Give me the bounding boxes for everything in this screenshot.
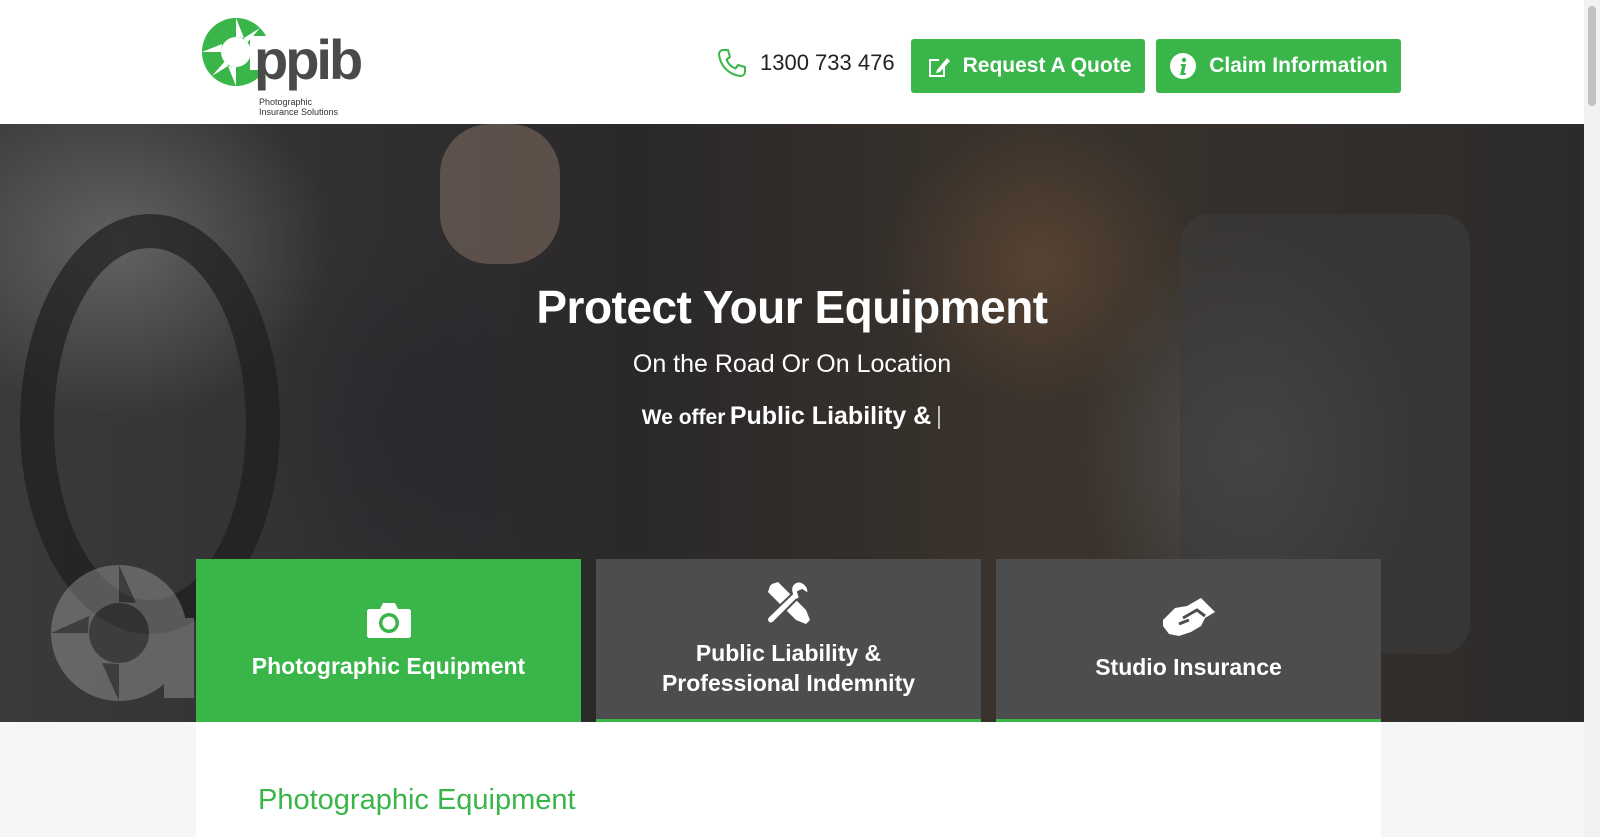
typing-cursor: |: [935, 402, 943, 430]
tools-icon: [765, 580, 810, 625]
hero-offer-line: We offer Public Liability & |: [0, 402, 1584, 431]
card-label: Photographic Equipment: [251, 652, 526, 679]
site-header: ppib Photographic Insurance Solutions 13…: [0, 0, 1584, 124]
page: ppib Photographic Insurance Solutions 13…: [0, 0, 1584, 837]
offer-highlight: Public Liability &: [729, 402, 932, 430]
offer-prefix: We offer: [641, 406, 726, 429]
claim-information-button[interactable]: Claim Information: [1156, 39, 1401, 93]
scrollbar-thumb[interactable]: [1588, 6, 1596, 106]
card-label: Studio Insurance: [1095, 654, 1282, 680]
section-title: Photographic Equipment: [258, 784, 576, 816]
logo[interactable]: ppib Photographic Insurance Solutions: [200, 14, 370, 122]
edit-document-icon: [928, 58, 950, 77]
info-icon: [1170, 53, 1197, 79]
hero-subtitle: On the Road Or On Location: [632, 350, 952, 378]
card-photographic-equipment[interactable]: Photographic Equipment: [196, 559, 581, 722]
hero-title: Protect Your Equipment: [536, 281, 1048, 333]
logo-wordmark: ppib: [254, 28, 363, 91]
watermark-logo-icon: [51, 565, 194, 701]
request-quote-label: Request A Quote: [962, 54, 1132, 77]
logo-tagline: Photographic Insurance Solutions: [259, 97, 339, 117]
camera-icon: [366, 602, 411, 638]
card-label: Public Liability & Professional Indemnit…: [661, 640, 916, 696]
card-studio-insurance[interactable]: Studio Insurance: [996, 559, 1381, 722]
phone-icon: [718, 49, 746, 77]
request-quote-button[interactable]: Request A Quote: [911, 39, 1145, 93]
phone-number: 1300 733 476: [760, 50, 895, 75]
claim-information-label: Claim Information: [1209, 54, 1388, 77]
phone-contact[interactable]: 1300 733 476: [716, 46, 895, 80]
vertical-scrollbar[interactable]: [1584, 0, 1600, 837]
hero-bg-hand: [440, 124, 560, 264]
card-public-liability[interactable]: Public Liability & Professional Indemnit…: [596, 559, 981, 722]
main-content: Photographic Equipment: [196, 722, 1381, 837]
handshake-icon: [1162, 598, 1215, 636]
